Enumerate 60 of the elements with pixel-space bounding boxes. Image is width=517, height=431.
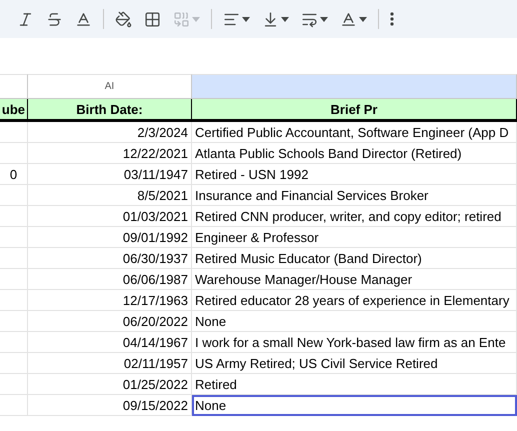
table-cell: 12/22/2021 — [28, 143, 192, 164]
table-cell: Insurance and Financial Services Broker — [192, 185, 517, 206]
table-cell: 01/25/2022 — [28, 374, 192, 395]
table-cell: Retired - USN 1992 — [192, 164, 517, 185]
table-cell: Retired educator 28 years of experience in Elementary — [192, 290, 517, 311]
table-cell: None — [192, 395, 517, 416]
vertical-align-icon — [262, 10, 279, 28]
header-cell: ube — [0, 99, 28, 122]
table-cell — [0, 227, 28, 248]
table-cell — [0, 395, 28, 416]
header-cell: Birth Date: — [28, 99, 192, 122]
table-cell: 06/06/1987 — [28, 269, 192, 290]
table-cell: 04/14/1967 — [28, 332, 192, 353]
caret-icon — [359, 16, 367, 22]
table-cell — [0, 185, 28, 206]
header-cell: Brief Pr — [192, 99, 517, 122]
table-cell: Atlanta Public Schools Band Director (Retired) — [192, 143, 517, 164]
text-color-icon — [75, 10, 92, 28]
table-cell: Retired — [192, 374, 517, 395]
table-cell: Retired CNN producer, writer, and copy editor; retired — [192, 206, 517, 227]
italic-icon — [17, 10, 34, 28]
table-cell: Warehouse Manager/House Manager — [192, 269, 517, 290]
caret-icon — [320, 16, 328, 22]
table-cell: 12/17/1963 — [28, 290, 192, 311]
borders-icon — [144, 10, 161, 28]
table-cell — [0, 311, 28, 332]
table-cell: Engineer & Professor — [192, 227, 517, 248]
table-cell: 0 — [0, 164, 28, 185]
table-cell — [0, 143, 28, 164]
table-cell: 03/11/1947 — [28, 164, 192, 185]
caret-icon — [242, 16, 250, 22]
table-cell: I work for a small New York-based law firm as an Ente — [192, 332, 517, 353]
column-header[interactable]: AI — [28, 74, 192, 99]
caret-icon — [281, 16, 289, 22]
strikethrough-icon — [46, 10, 63, 28]
caret-icon — [192, 16, 200, 22]
table-cell: 01/03/2021 — [28, 206, 192, 227]
table-cell — [0, 374, 28, 395]
table-cell: 09/15/2022 — [28, 395, 192, 416]
table-cell: 06/30/1937 — [28, 248, 192, 269]
table-cell: 2/3/2024 — [28, 122, 192, 143]
table-cell — [0, 206, 28, 227]
table-cell — [0, 269, 28, 290]
table-cell: 02/11/1957 — [28, 353, 192, 374]
text-rotation-icon — [340, 10, 357, 28]
more-icon — [390, 12, 394, 26]
table-cell: US Army Retired; US Civil Service Retired — [192, 353, 517, 374]
table-cell: 09/01/1992 — [28, 227, 192, 248]
table-cell — [0, 122, 28, 143]
table-cell: Certified Public Accountant, Software Engineer (App D — [192, 122, 517, 143]
table-cell — [0, 332, 28, 353]
table-cell — [0, 248, 28, 269]
merge-cells-icon — [173, 10, 190, 28]
table-cell: 8/5/2021 — [28, 185, 192, 206]
fill-color-icon — [115, 10, 132, 28]
table-cell: Retired Music Educator (Band Director) — [192, 248, 517, 269]
table-cell — [0, 353, 28, 374]
table-cell: 06/20/2022 — [28, 311, 192, 332]
table-cell — [0, 290, 28, 311]
table-cell: None — [192, 311, 517, 332]
